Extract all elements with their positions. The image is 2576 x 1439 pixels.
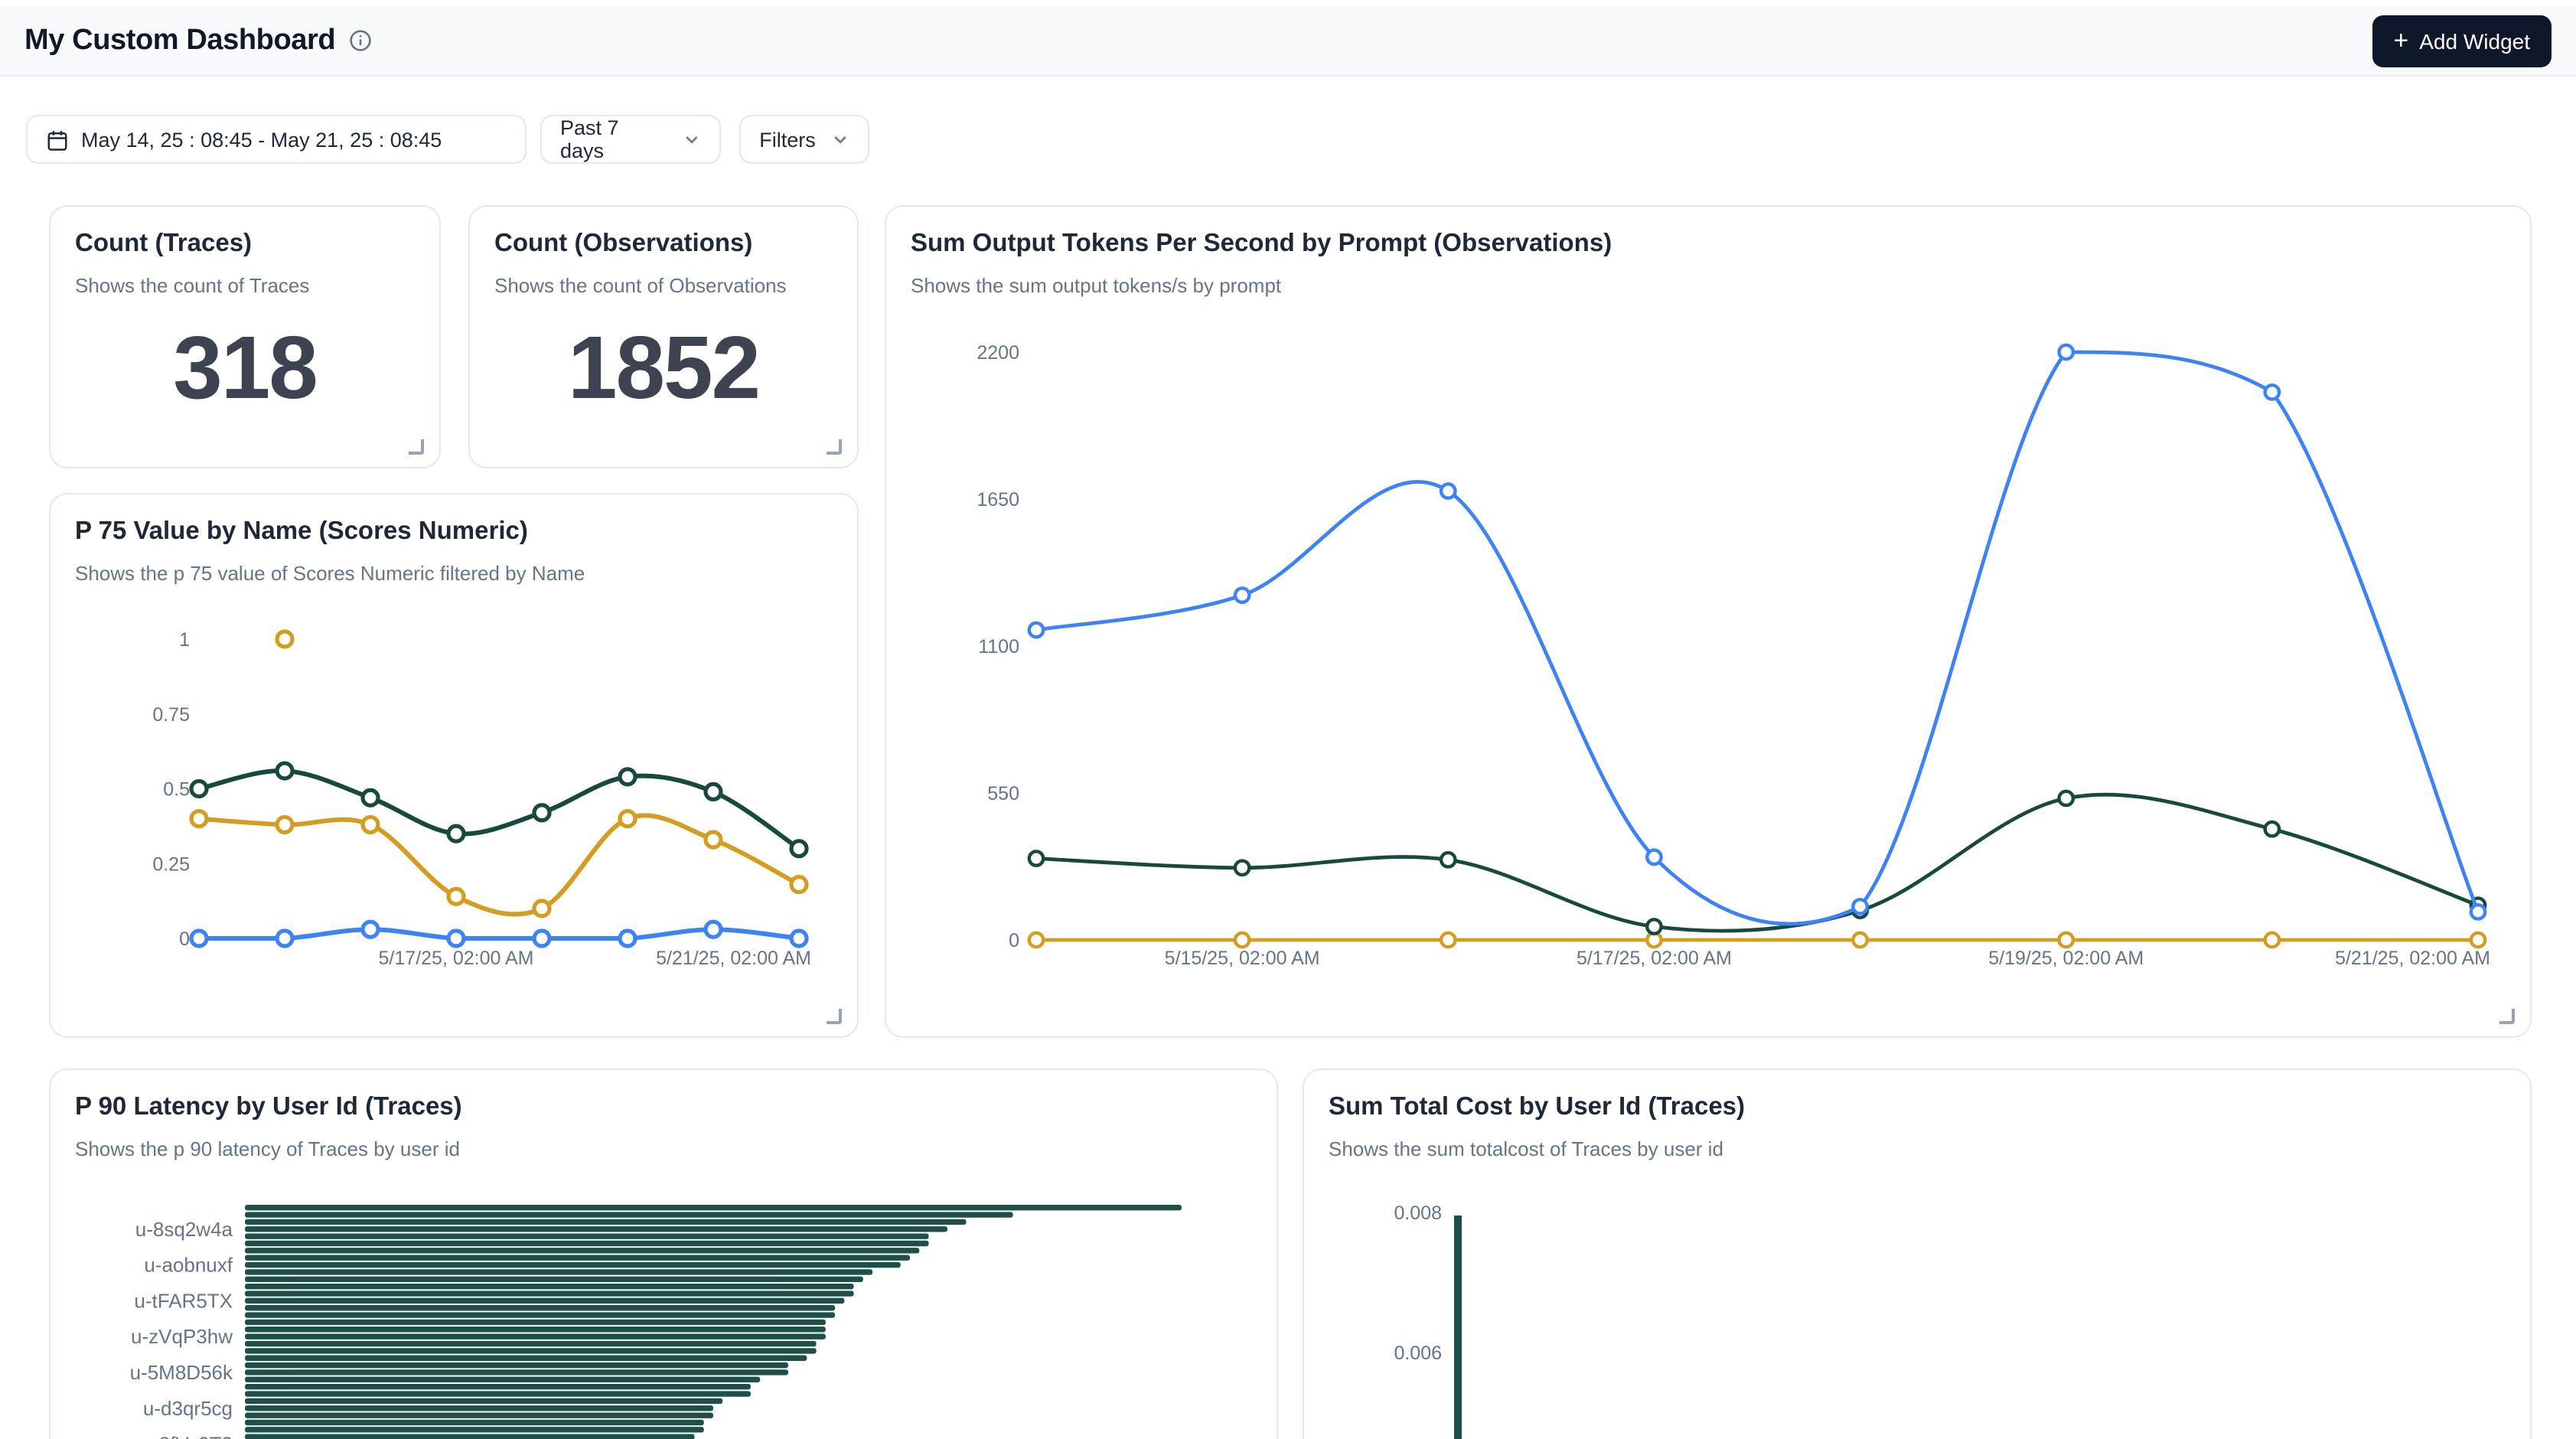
resize-handle[interactable] [409,439,424,455]
widget-count-observations: Count (Observations) Shows the count of … [468,205,859,468]
plus-icon: + [2393,27,2408,53]
date-preset-select[interactable]: Past 7 days [540,115,721,164]
widget-subtitle: Shows the sum output tokens/s by prompt [911,273,2506,296]
widget-subtitle: Shows the p 75 value of Scores Numeric f… [75,561,833,584]
widget-p90-chart: P 90 Latency by User Id (Traces) Shows t… [49,1069,1278,1439]
svg-text:1: 1 [179,629,190,651]
svg-text:u-5M8D56k: u-5M8D56k [130,1361,233,1384]
svg-text:u-aobnuxf: u-aobnuxf [144,1254,233,1277]
widget-count-traces: Count (Traces) Shows the count of Traces… [49,205,441,468]
widget-tokens-chart: Sum Output Tokens Per Second by Prompt (… [885,205,2532,1038]
widget-subtitle: Shows the p 90 latency of Traces by user… [75,1137,1252,1160]
widget-title: Sum Output Tokens Per Second by Prompt (… [911,228,2506,259]
widget-title: Count (Observations) [494,228,833,259]
widget-title: P 75 Value by Name (Scores Numeric) [75,516,833,547]
filters-label: Filters [759,128,816,151]
svg-text:5/17/25, 02:00 AM: 5/17/25, 02:00 AM [379,948,534,969]
p90-bar-chart[interactable]: u-8sq2w4a u-aobnuxf u-tFAR5TX u-zVqP3hw u-5M… [75,1180,1255,1439]
count-traces-value: 318 [75,296,415,445]
add-widget-button[interactable]: + Add Widget [2372,15,2552,67]
svg-text:2200: 2200 [977,342,1019,364]
add-widget-label: Add Widget [2419,28,2530,53]
tokens-line-chart[interactable]: 0 550 1100 1650 2200 5/15/25, 02:00 AM 5/17/25… [911,295,2509,1000]
widget-subtitle: Shows the sum totalcost of Traces by use… [1329,1137,2506,1160]
resize-handle[interactable] [827,1009,842,1024]
svg-text:0.25: 0.25 [152,853,190,875]
calendar-icon [46,128,69,151]
resize-handle[interactable] [2499,1009,2515,1024]
cost-bar-chart[interactable]: 0.008 0.006 [1329,1180,2509,1439]
svg-text:0.008: 0.008 [1394,1202,1442,1224]
svg-text:1100: 1100 [978,636,1019,658]
svg-text:0.75: 0.75 [152,704,190,726]
svg-text:0.5: 0.5 [163,779,190,801]
svg-text:5/19/25, 02:00 AM: 5/19/25, 02:00 AM [1988,948,2144,969]
dashboard-page: My Custom Dashboard + Add Widget May 14,… [0,0,2576,1439]
chevron-down-icon [831,130,849,148]
widget-p75-chart: P 75 Value by Name (Scores Numeric) Show… [49,493,859,1038]
svg-text:u-tFAR5TX: u-tFAR5TX [134,1289,233,1312]
resize-handle[interactable] [827,439,842,455]
widget-cost-chart: Sum Total Cost by User Id (Traces) Shows… [1303,1069,2532,1439]
svg-text:0: 0 [1009,930,1019,951]
widget-title: Sum Total Cost by User Id (Traces) [1329,1091,2506,1123]
widget-title: P 90 Latency by User Id (Traces) [75,1091,1252,1123]
svg-text:5/21/25, 02:00 AM: 5/21/25, 02:00 AM [2335,948,2490,969]
info-icon[interactable] [349,29,372,52]
svg-text:5/15/25, 02:00 AM: 5/15/25, 02:00 AM [1165,948,1320,969]
widget-subtitle: Shows the count of Traces [75,273,415,296]
svg-text:u-8fVa9T3: u-8fVa9T3 [142,1433,233,1439]
svg-text:0.006: 0.006 [1394,1343,1442,1364]
svg-text:u-zVqP3hw: u-zVqP3hw [131,1325,233,1348]
svg-text:0: 0 [179,928,190,950]
chevron-down-icon [683,130,701,148]
date-range-value: May 14, 25 : 08:45 - May 21, 25 : 08:45 [81,128,442,151]
svg-text:5/17/25, 02:00 AM: 5/17/25, 02:00 AM [1577,948,1732,969]
filters-button[interactable]: Filters [739,115,869,164]
svg-text:u-8sq2w4a: u-8sq2w4a [135,1218,233,1241]
date-range-picker[interactable]: May 14, 25 : 08:45 - May 21, 25 : 08:45 [26,115,527,164]
widget-title: Count (Traces) [75,228,415,259]
count-observations-value: 1852 [494,296,833,445]
svg-text:u-d3qr5cg: u-d3qr5cg [143,1397,233,1420]
date-preset-value: Past 7 days [560,116,667,162]
widget-subtitle: Shows the count of Observations [494,273,833,296]
svg-text:1650: 1650 [977,489,1019,511]
page-header: My Custom Dashboard + Add Widget [0,6,2576,77]
svg-text:5/21/25, 02:00 AM: 5/21/25, 02:00 AM [656,948,811,969]
svg-text:550: 550 [987,783,1019,804]
p75-line-chart[interactable]: 0 0.25 0.5 0.75 1 5/17/25, 02:00 AM 5/21/25, 0… [75,614,836,1015]
page-title: My Custom Dashboard [24,24,335,57]
